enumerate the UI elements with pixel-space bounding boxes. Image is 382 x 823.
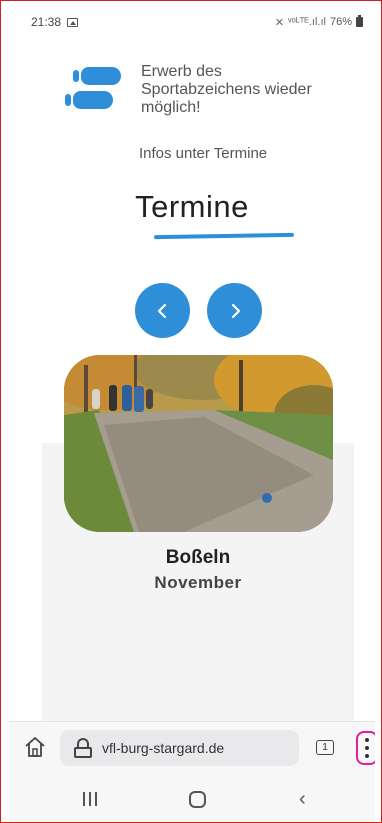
system-home-button[interactable] xyxy=(189,791,206,808)
recent-apps-button[interactable] xyxy=(83,792,97,806)
home-button[interactable] xyxy=(23,735,47,759)
announcement-subtext: Infos unter Termine xyxy=(139,145,268,162)
system-navigation-bar: ‹ xyxy=(9,771,375,822)
status-bar: 21:38 ✕ ᵛᵒᴸᵀᴱ.ıl.ıl 76% xyxy=(9,7,375,37)
url-text[interactable]: vfl-burg-stargard.de xyxy=(102,740,224,756)
carousel-next-button[interactable] xyxy=(207,283,262,338)
menu-dot xyxy=(365,746,369,750)
menu-dot xyxy=(365,754,369,758)
lock-icon[interactable] xyxy=(74,738,92,758)
image-icon xyxy=(67,17,79,27)
section-heading: Termine xyxy=(135,189,249,224)
chevron-left-icon xyxy=(157,303,166,318)
announcement: Erwerb des Sportabzeichens wieder möglic… xyxy=(61,63,341,117)
battery-icon xyxy=(356,15,363,27)
status-time: 21:38 xyxy=(31,15,62,29)
battery-percent: 76% xyxy=(329,16,352,28)
announcement-text: Erwerb des Sportabzeichens wieder möglic… xyxy=(141,63,312,116)
signal-icon: ᵛᵒᴸᵀᴱ.ıl.ıl xyxy=(288,16,326,28)
home-icon xyxy=(25,737,45,757)
event-photo xyxy=(64,355,333,532)
tab-count: 1 xyxy=(322,742,328,753)
phone-screen: 21:38 ✕ ᵛᵒᴸᵀᴱ.ıl.ıl 76% Erwerb des Sport… xyxy=(9,7,375,822)
mute-icon: ✕ xyxy=(274,16,285,29)
address-bar[interactable]: vfl-burg-stargard.de xyxy=(60,730,299,766)
event-month: November xyxy=(154,573,242,592)
carousel-prev-button[interactable] xyxy=(135,283,190,338)
browser-menu-button[interactable] xyxy=(356,731,375,765)
tabs-button[interactable]: 1 xyxy=(316,740,334,755)
footprints-logo-icon xyxy=(61,63,127,111)
heading-underline xyxy=(153,232,295,240)
back-button[interactable]: ‹ xyxy=(299,789,306,809)
screenshot-frame: 21:38 ✕ ᵛᵒᴸᵀᴱ.ıl.ıl 76% Erwerb des Sport… xyxy=(0,0,382,823)
chevron-right-icon xyxy=(231,303,240,318)
event-title: Boßeln xyxy=(165,547,231,568)
menu-dot xyxy=(365,738,369,742)
browser-toolbar: vfl-burg-stargard.de 1 xyxy=(9,721,375,771)
page-content[interactable]: Erwerb des Sportabzeichens wieder möglic… xyxy=(9,37,375,721)
